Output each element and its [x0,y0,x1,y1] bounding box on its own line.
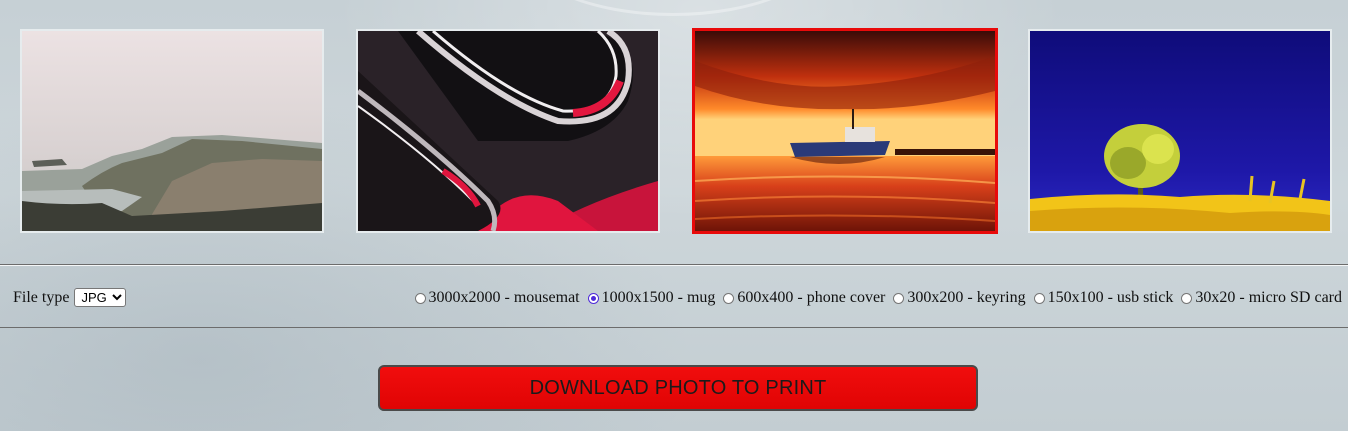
gallery-photo-2[interactable] [356,29,660,233]
size-radio-mug[interactable] [587,292,599,304]
size-option-keyring[interactable]: 300x200 - keyring [893,289,1026,307]
gallery-photo-3[interactable] [692,28,998,234]
size-option-mousemat[interactable]: 3000x2000 - mousemat [414,289,580,307]
boat-at-sunset-image [695,31,995,231]
size-options: 3000x2000 - mousemat 1000x1500 - mug 600… [414,289,1342,307]
file-type-select[interactable]: JPG [74,288,127,307]
gallery-photo-4[interactable] [1028,29,1332,233]
size-option-micro-sd-card[interactable]: 30x20 - micro SD card [1181,289,1342,307]
size-radio-micro-sd-card[interactable] [1181,292,1193,304]
gallery-photo-1[interactable] [20,29,324,233]
tree-in-yellow-field-image [1030,31,1330,231]
size-radio-usb-stick[interactable] [1033,292,1045,304]
size-label-keyring: 300x200 - keyring [907,289,1026,306]
file-type-group: File type JPG [13,288,127,307]
divider-top [0,264,1348,266]
print-options-row: File type JPG 3000x2000 - mousemat 1000x… [0,284,1348,314]
red-abstract-curves-image [358,31,658,231]
size-radio-phone-cover[interactable] [723,292,735,304]
size-radio-keyring[interactable] [893,292,905,304]
size-label-phone-cover: 600x400 - phone cover [737,289,886,306]
size-option-phone-cover[interactable]: 600x400 - phone cover [723,289,885,307]
size-label-mousemat: 3000x2000 - mousemat [428,289,580,306]
size-option-mug[interactable]: 1000x1500 - mug [587,289,716,307]
misty-coastline-image [22,31,322,231]
file-type-label: File type [13,288,70,306]
photo-gallery [0,0,1348,250]
size-label-micro-sd-card: 30x20 - micro SD card [1195,289,1342,306]
divider-bottom [0,327,1348,328]
size-radio-mousemat[interactable] [414,292,426,304]
size-option-usb-stick[interactable]: 150x100 - usb stick [1033,289,1174,307]
size-label-usb-stick: 150x100 - usb stick [1047,289,1174,306]
size-label-mug: 1000x1500 - mug [601,289,716,306]
download-photo-button[interactable]: DOWNLOAD PHOTO TO PRINT [378,365,978,411]
